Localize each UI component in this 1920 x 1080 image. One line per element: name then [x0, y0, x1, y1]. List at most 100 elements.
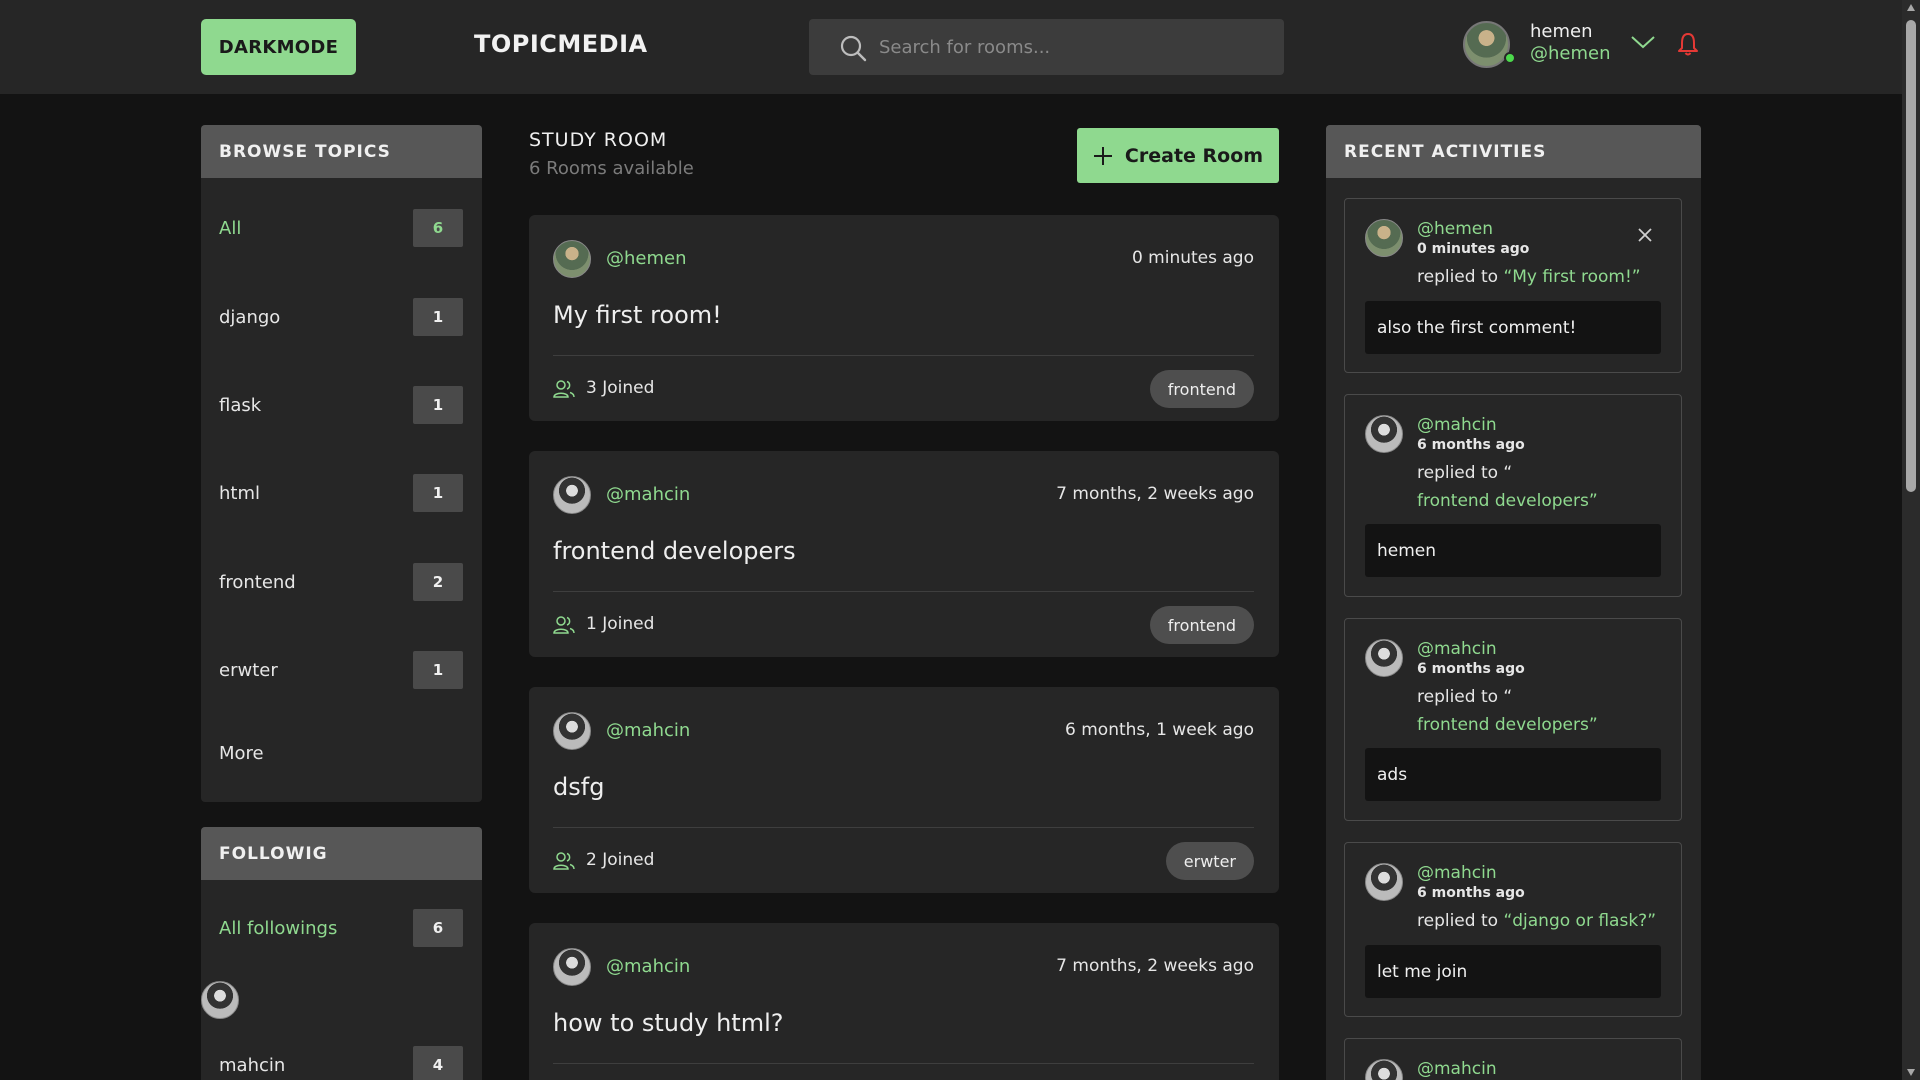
topic-item-flask[interactable]: flask 1 — [219, 386, 463, 424]
reply-prefix: replied to “ — [1417, 687, 1513, 707]
topic-count: 1 — [413, 386, 463, 424]
topic-item-all[interactable]: All 6 — [219, 209, 463, 247]
activity-time: 6 months ago — [1417, 661, 1525, 677]
room-card[interactable]: @mahcin 6 months, 1 week ago dsfg 2 Join… — [529, 687, 1279, 893]
joined-count: 1 Joined — [586, 614, 655, 634]
close-icon[interactable] — [1637, 227, 1653, 243]
followings-count: 6 — [413, 909, 463, 947]
activity-reply: replied to “ frontend developers” — [1417, 683, 1667, 739]
activity-item: @mahcin 6 months ago replied to “ fronten… — [1344, 394, 1682, 597]
following-user: mahcin — [219, 1054, 286, 1076]
room-host[interactable]: @mahcin — [606, 956, 690, 977]
host-avatar[interactable] — [553, 240, 591, 278]
browse-topics-title: BROWSE TOPICS — [201, 125, 482, 178]
activity-item: @mahcin — [1344, 1038, 1682, 1080]
room-time: 7 months, 2 weeks ago — [1056, 484, 1254, 504]
topic-count: 1 — [413, 474, 463, 512]
user-avatar[interactable] — [1463, 21, 1510, 68]
chevron-down-icon[interactable] — [1630, 34, 1656, 50]
darkmode-button[interactable]: DARKMODE — [201, 19, 356, 75]
host-avatar[interactable] — [553, 948, 591, 986]
reply-room-link[interactable]: frontend developers” — [1417, 491, 1598, 511]
all-followings-label: All followings — [219, 917, 338, 939]
activity-user[interactable]: @mahcin — [1417, 639, 1497, 659]
reply-prefix: replied to — [1417, 911, 1504, 931]
topic-item-frontend[interactable]: frontend 2 — [219, 563, 463, 601]
more-topics-link[interactable]: More — [219, 743, 264, 764]
bell-icon[interactable] — [1677, 31, 1699, 57]
scroll-thumb[interactable] — [1906, 20, 1916, 492]
topic-item-django[interactable]: django 1 — [219, 298, 463, 336]
rooms-available: 6 Rooms available — [529, 158, 694, 179]
create-room-label: Create Room — [1124, 144, 1264, 167]
people-icon — [553, 380, 575, 398]
activity-user[interactable]: @mahcin — [1417, 1059, 1497, 1079]
room-name[interactable]: dsfg — [553, 773, 604, 801]
following-item-mahcin[interactable]: mahcin 4 — [219, 1046, 463, 1080]
room-host[interactable]: @hemen — [606, 248, 687, 269]
activity-reply: replied to “My first room!” — [1417, 263, 1667, 291]
topic-item-html[interactable]: html 1 — [219, 474, 463, 512]
host-avatar[interactable] — [553, 712, 591, 750]
room-name[interactable]: how to study html? — [553, 1009, 783, 1037]
activity-item: @mahcin 6 months ago replied to “ fronten… — [1344, 618, 1682, 821]
activity-avatar[interactable] — [1365, 863, 1403, 901]
user-handle[interactable]: @hemen — [1530, 43, 1611, 64]
following-panel: FOLLOWIG All followings 6 mahcin 4 — [201, 827, 482, 1080]
search-input[interactable] — [879, 33, 1269, 61]
reply-room-link[interactable]: frontend developers” — [1417, 715, 1598, 735]
activity-avatar[interactable] — [1365, 1059, 1403, 1080]
activity-avatar[interactable] — [1365, 639, 1403, 677]
room-host[interactable]: @mahcin — [606, 720, 690, 741]
topic-name: flask — [219, 394, 262, 416]
top-bar: DARKMODE TOPICMEDIA hemen @hemen — [0, 0, 1902, 94]
activity-user[interactable]: @mahcin — [1417, 415, 1497, 435]
divider — [553, 827, 1254, 828]
brand-logo[interactable]: TOPICMEDIA — [474, 30, 648, 58]
topic-name: erwter — [219, 659, 278, 681]
following-title: FOLLOWIG — [201, 827, 482, 880]
activity-avatar[interactable] — [1365, 415, 1403, 453]
activity-message: let me join — [1365, 945, 1661, 998]
room-card[interactable]: @hemen 0 minutes ago My first room! 3 Jo… — [529, 215, 1279, 421]
user-name[interactable]: hemen — [1530, 21, 1593, 42]
room-card[interactable]: @mahcin 7 months, 2 weeks ago how to stu… — [529, 923, 1279, 1080]
room-time: 7 months, 2 weeks ago — [1056, 956, 1254, 976]
activity-user[interactable]: @mahcin — [1417, 863, 1497, 883]
divider — [553, 1063, 1254, 1064]
search-box[interactable] — [809, 19, 1284, 75]
room-topic-tag[interactable]: frontend — [1149, 370, 1254, 408]
topic-name: django — [219, 306, 281, 328]
room-card[interactable]: @mahcin 7 months, 2 weeks ago frontend d… — [529, 451, 1279, 657]
room-time: 0 minutes ago — [1131, 248, 1254, 268]
scroll-down-arrow-icon[interactable] — [1906, 1067, 1916, 1077]
joined-count: 2 Joined — [586, 850, 655, 870]
topic-name: frontend — [219, 571, 296, 593]
following-avatar[interactable] — [201, 981, 239, 1019]
activity-avatar[interactable] — [1365, 219, 1403, 257]
topic-count: 2 — [413, 563, 463, 601]
divider — [553, 355, 1254, 356]
people-icon — [553, 852, 575, 870]
activity-time: 6 months ago — [1417, 885, 1525, 901]
all-followings-item[interactable]: All followings 6 — [219, 909, 463, 947]
activity-user[interactable]: @hemen — [1417, 219, 1493, 239]
create-room-button[interactable]: Create Room — [1077, 128, 1279, 183]
room-name[interactable]: My first room! — [553, 301, 722, 329]
topic-name: html — [219, 482, 261, 504]
recent-activities-title: RECENT ACTIVITIES — [1326, 125, 1701, 178]
page-scrollbar[interactable] — [1902, 0, 1920, 1080]
activity-item: @hemen 0 minutes ago replied to “My firs… — [1344, 198, 1682, 373]
room-host[interactable]: @mahcin — [606, 484, 690, 505]
room-topic-tag[interactable]: frontend — [1149, 606, 1254, 644]
scroll-up-arrow-icon[interactable] — [1906, 3, 1916, 13]
activity-time: 0 minutes ago — [1417, 241, 1530, 257]
reply-room-link[interactable]: “django or flask?” — [1503, 911, 1656, 931]
topic-name: All — [219, 217, 242, 239]
host-avatar[interactable] — [553, 476, 591, 514]
room-name[interactable]: frontend developers — [553, 537, 796, 565]
reply-room-link[interactable]: “My first room!” — [1503, 267, 1640, 287]
feed-title: STUDY ROOM — [529, 129, 668, 151]
room-topic-tag[interactable]: erwter — [1165, 842, 1254, 880]
topic-item-erwter[interactable]: erwter 1 — [219, 651, 463, 689]
